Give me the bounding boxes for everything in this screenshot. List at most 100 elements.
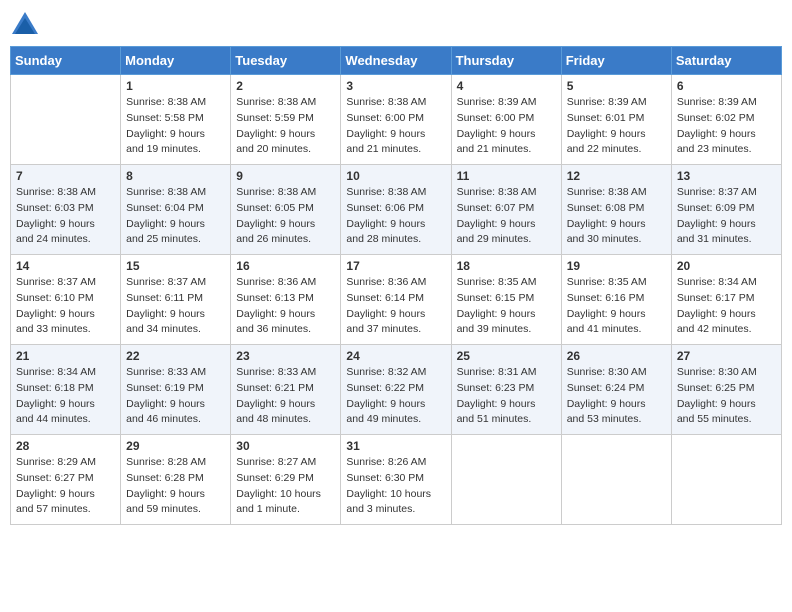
day-number: 7 xyxy=(16,169,115,183)
cell-info: Sunrise: 8:39 AM Sunset: 6:02 PM Dayligh… xyxy=(677,95,776,158)
daylight-text: Daylight: 9 hours and 31 minutes. xyxy=(677,218,756,246)
calendar-cell xyxy=(451,435,561,525)
sunrise-text: Sunrise: 8:27 AM xyxy=(236,456,316,468)
daylight-text: Daylight: 9 hours and 19 minutes. xyxy=(126,128,205,156)
header-sunday: Sunday xyxy=(11,47,121,75)
sunset-text: Sunset: 6:27 PM xyxy=(16,472,94,484)
sunset-text: Sunset: 6:00 PM xyxy=(346,112,424,124)
day-number: 19 xyxy=(567,259,666,273)
cell-info: Sunrise: 8:26 AM Sunset: 6:30 PM Dayligh… xyxy=(346,455,445,518)
daylight-text: Daylight: 9 hours and 24 minutes. xyxy=(16,218,95,246)
daylight-text: Daylight: 9 hours and 23 minutes. xyxy=(677,128,756,156)
calendar-cell xyxy=(561,435,671,525)
daylight-text: Daylight: 9 hours and 46 minutes. xyxy=(126,398,205,426)
cell-info: Sunrise: 8:35 AM Sunset: 6:16 PM Dayligh… xyxy=(567,275,666,338)
calendar-cell xyxy=(671,435,781,525)
calendar-cell: 2 Sunrise: 8:38 AM Sunset: 5:59 PM Dayli… xyxy=(231,75,341,165)
daylight-text: Daylight: 9 hours and 26 minutes. xyxy=(236,218,315,246)
daylight-text: Daylight: 9 hours and 42 minutes. xyxy=(677,308,756,336)
calendar-cell: 26 Sunrise: 8:30 AM Sunset: 6:24 PM Dayl… xyxy=(561,345,671,435)
sunset-text: Sunset: 6:11 PM xyxy=(126,292,203,304)
day-number: 26 xyxy=(567,349,666,363)
sunset-text: Sunset: 6:24 PM xyxy=(567,382,645,394)
daylight-text: Daylight: 9 hours and 30 minutes. xyxy=(567,218,646,246)
sunrise-text: Sunrise: 8:32 AM xyxy=(346,366,426,378)
sunset-text: Sunset: 6:13 PM xyxy=(236,292,314,304)
sunrise-text: Sunrise: 8:38 AM xyxy=(126,96,206,108)
daylight-text: Daylight: 9 hours and 34 minutes. xyxy=(126,308,205,336)
cell-info: Sunrise: 8:28 AM Sunset: 6:28 PM Dayligh… xyxy=(126,455,225,518)
daylight-text: Daylight: 9 hours and 57 minutes. xyxy=(16,488,95,516)
calendar-table: SundayMondayTuesdayWednesdayThursdayFrid… xyxy=(10,46,782,525)
sunset-text: Sunset: 5:58 PM xyxy=(126,112,204,124)
day-number: 11 xyxy=(457,169,556,183)
sunset-text: Sunset: 6:21 PM xyxy=(236,382,314,394)
calendar-cell: 25 Sunrise: 8:31 AM Sunset: 6:23 PM Dayl… xyxy=(451,345,561,435)
cell-info: Sunrise: 8:33 AM Sunset: 6:21 PM Dayligh… xyxy=(236,365,335,428)
sunset-text: Sunset: 5:59 PM xyxy=(236,112,314,124)
cell-info: Sunrise: 8:38 AM Sunset: 5:59 PM Dayligh… xyxy=(236,95,335,158)
sunrise-text: Sunrise: 8:38 AM xyxy=(346,96,426,108)
sunrise-text: Sunrise: 8:39 AM xyxy=(567,96,647,108)
sunset-text: Sunset: 6:17 PM xyxy=(677,292,755,304)
sunrise-text: Sunrise: 8:35 AM xyxy=(567,276,647,288)
day-number: 31 xyxy=(346,439,445,453)
sunrise-text: Sunrise: 8:26 AM xyxy=(346,456,426,468)
cell-info: Sunrise: 8:30 AM Sunset: 6:24 PM Dayligh… xyxy=(567,365,666,428)
calendar-cell: 6 Sunrise: 8:39 AM Sunset: 6:02 PM Dayli… xyxy=(671,75,781,165)
calendar-cell: 28 Sunrise: 8:29 AM Sunset: 6:27 PM Dayl… xyxy=(11,435,121,525)
page-header xyxy=(10,10,782,38)
day-number: 9 xyxy=(236,169,335,183)
sunrise-text: Sunrise: 8:38 AM xyxy=(346,186,426,198)
sunrise-text: Sunrise: 8:35 AM xyxy=(457,276,537,288)
day-number: 24 xyxy=(346,349,445,363)
calendar-cell: 4 Sunrise: 8:39 AM Sunset: 6:00 PM Dayli… xyxy=(451,75,561,165)
sunrise-text: Sunrise: 8:39 AM xyxy=(677,96,757,108)
sunset-text: Sunset: 6:06 PM xyxy=(346,202,424,214)
cell-info: Sunrise: 8:31 AM Sunset: 6:23 PM Dayligh… xyxy=(457,365,556,428)
calendar-cell: 16 Sunrise: 8:36 AM Sunset: 6:13 PM Dayl… xyxy=(231,255,341,345)
cell-info: Sunrise: 8:38 AM Sunset: 6:07 PM Dayligh… xyxy=(457,185,556,248)
sunset-text: Sunset: 6:02 PM xyxy=(677,112,755,124)
day-number: 25 xyxy=(457,349,556,363)
sunset-text: Sunset: 6:28 PM xyxy=(126,472,204,484)
day-number: 20 xyxy=(677,259,776,273)
cell-info: Sunrise: 8:37 AM Sunset: 6:09 PM Dayligh… xyxy=(677,185,776,248)
calendar-cell: 19 Sunrise: 8:35 AM Sunset: 6:16 PM Dayl… xyxy=(561,255,671,345)
calendar-cell: 24 Sunrise: 8:32 AM Sunset: 6:22 PM Dayl… xyxy=(341,345,451,435)
header-saturday: Saturday xyxy=(671,47,781,75)
calendar-cell: 14 Sunrise: 8:37 AM Sunset: 6:10 PM Dayl… xyxy=(11,255,121,345)
sunset-text: Sunset: 6:00 PM xyxy=(457,112,535,124)
sunrise-text: Sunrise: 8:29 AM xyxy=(16,456,96,468)
calendar-cell: 15 Sunrise: 8:37 AM Sunset: 6:11 PM Dayl… xyxy=(121,255,231,345)
logo-icon xyxy=(10,10,40,38)
sunset-text: Sunset: 6:15 PM xyxy=(457,292,535,304)
cell-info: Sunrise: 8:37 AM Sunset: 6:11 PM Dayligh… xyxy=(126,275,225,338)
cell-info: Sunrise: 8:38 AM Sunset: 6:06 PM Dayligh… xyxy=(346,185,445,248)
header-tuesday: Tuesday xyxy=(231,47,341,75)
cell-info: Sunrise: 8:35 AM Sunset: 6:15 PM Dayligh… xyxy=(457,275,556,338)
day-number: 14 xyxy=(16,259,115,273)
cell-info: Sunrise: 8:36 AM Sunset: 6:14 PM Dayligh… xyxy=(346,275,445,338)
logo xyxy=(10,10,44,38)
day-number: 30 xyxy=(236,439,335,453)
sunrise-text: Sunrise: 8:28 AM xyxy=(126,456,206,468)
day-number: 22 xyxy=(126,349,225,363)
day-number: 17 xyxy=(346,259,445,273)
cell-info: Sunrise: 8:27 AM Sunset: 6:29 PM Dayligh… xyxy=(236,455,335,518)
sunset-text: Sunset: 6:08 PM xyxy=(567,202,645,214)
cell-info: Sunrise: 8:39 AM Sunset: 6:01 PM Dayligh… xyxy=(567,95,666,158)
sunset-text: Sunset: 6:19 PM xyxy=(126,382,204,394)
sunrise-text: Sunrise: 8:30 AM xyxy=(567,366,647,378)
cell-info: Sunrise: 8:38 AM Sunset: 6:00 PM Dayligh… xyxy=(346,95,445,158)
calendar-cell: 21 Sunrise: 8:34 AM Sunset: 6:18 PM Dayl… xyxy=(11,345,121,435)
daylight-text: Daylight: 9 hours and 44 minutes. xyxy=(16,398,95,426)
day-number: 28 xyxy=(16,439,115,453)
daylight-text: Daylight: 9 hours and 33 minutes. xyxy=(16,308,95,336)
day-number: 12 xyxy=(567,169,666,183)
header-thursday: Thursday xyxy=(451,47,561,75)
sunset-text: Sunset: 6:22 PM xyxy=(346,382,424,394)
sunset-text: Sunset: 6:09 PM xyxy=(677,202,755,214)
sunset-text: Sunset: 6:16 PM xyxy=(567,292,645,304)
sunset-text: Sunset: 6:29 PM xyxy=(236,472,314,484)
